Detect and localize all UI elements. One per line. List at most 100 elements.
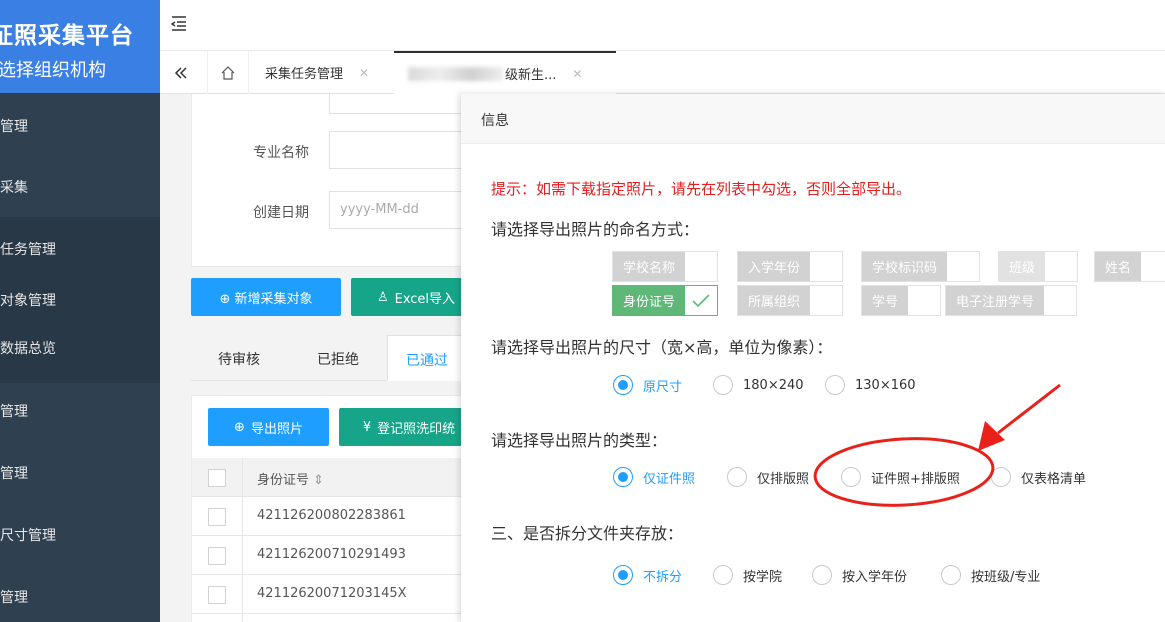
id-cell: 421126200710291493 xyxy=(257,547,406,562)
menu-toggle-icon[interactable] xyxy=(170,14,188,32)
organization-selector[interactable]: 选择组织机构 xyxy=(0,56,106,82)
size-option-180x240[interactable]: 180×240 xyxy=(713,375,804,395)
date-label: 创建日期 xyxy=(253,205,309,221)
id-header-label: 身份证号 xyxy=(257,473,310,488)
naming-option-electronic-number[interactable]: 电子注册学号 xyxy=(945,285,1078,316)
row-checkbox[interactable] xyxy=(208,586,226,604)
option-label: 学校标识码 xyxy=(862,252,948,281)
type-question: 请选择导出照片的类型： xyxy=(491,431,668,450)
row-checkbox[interactable] xyxy=(208,547,226,565)
export-tip: 提示：如需下载指定照片，请先在列表中勾选，否则全部导出。 xyxy=(491,180,912,198)
sidebar-item-label: 校管理 xyxy=(0,119,28,135)
sidebar-item-school[interactable]: 校管理 xyxy=(0,93,160,156)
column-divider xyxy=(242,458,243,622)
register-print-label: 登记照洗印统 xyxy=(377,421,456,437)
split-option-by-college[interactable]: 按学院 xyxy=(713,565,782,585)
sidebar-item-label: 集任务管理 xyxy=(0,242,56,258)
sidebar-item-label: 统管理 xyxy=(0,590,28,606)
naming-option-class[interactable]: 班级 xyxy=(998,251,1079,282)
id-cell: 421126200802283861 xyxy=(257,508,406,523)
dialog-header: 信息 xyxy=(461,94,1165,144)
naming-option-organization[interactable]: 所属组织 xyxy=(737,285,844,316)
add-object-button[interactable]: ⊕ 新增采集对象 xyxy=(191,278,341,316)
option-label: 原尺寸 xyxy=(643,379,683,395)
select-all-checkbox[interactable] xyxy=(208,469,226,487)
sidebar-item-ticket[interactable]: 票管理 xyxy=(0,445,160,507)
naming-option-enroll-year[interactable]: 入学年份 xyxy=(737,251,844,282)
tabs-scroll-left-icon[interactable] xyxy=(164,51,198,94)
option-label: 按入学年份 xyxy=(842,569,908,585)
user-icon: ♙ xyxy=(376,289,389,305)
blurred-text xyxy=(408,66,503,81)
row-checkbox[interactable] xyxy=(208,508,226,526)
sidebar-item-major[interactable]: 业管理 xyxy=(0,383,160,445)
option-label: 入学年份 xyxy=(738,252,811,281)
type-option-id-photo[interactable]: 仅证件照 xyxy=(613,467,695,487)
table-header: 身份证号 ⇕ xyxy=(192,458,492,497)
tab-pending[interactable]: 待审核 xyxy=(218,349,260,369)
option-label: 按学院 xyxy=(743,569,783,585)
tab-close-icon[interactable]: ✕ xyxy=(359,66,369,80)
export-dialog: 信息 提示：如需下载指定照片，请先在列表中勾选，否则全部导出。 请选择导出照片的… xyxy=(461,94,1165,622)
option-label: 电子注册学号 xyxy=(946,286,1045,315)
sidebar-item-data-overview[interactable]: 集数据总览 xyxy=(0,320,160,383)
table-row: 421126200802283861 xyxy=(192,497,492,536)
tab-freshman[interactable]: 级新生... ✕ xyxy=(394,51,616,94)
option-label: 不拆分 xyxy=(643,569,683,585)
sidebar-item-label: 片采集 xyxy=(0,180,28,196)
split-option-by-class[interactable]: 按班级/专业 xyxy=(941,565,1040,585)
check-icon xyxy=(685,286,717,315)
export-photos-button[interactable]: ⊕ 导出照片 xyxy=(208,408,329,446)
tab-approved[interactable]: 已通过 xyxy=(387,335,467,381)
sidebar-item-label: 业管理 xyxy=(0,404,28,420)
sidebar-item-system[interactable]: 统管理 xyxy=(0,569,160,622)
sidebar-nav: 校管理 片采集 集任务管理 集对象管理 集数据总览 业管理 票管理 片尺寸管理 … xyxy=(0,93,160,622)
tab-label: 级新生... xyxy=(505,68,557,83)
table-row: 421126200710291493 xyxy=(192,536,492,575)
brand-header: 证照采集平台 选择组织机构 xyxy=(0,0,160,93)
naming-option-name[interactable]: 姓名 xyxy=(1094,251,1165,282)
split-option-none[interactable]: 不拆分 xyxy=(613,565,682,585)
id-cell: 42112620071203145X xyxy=(257,586,407,601)
major-label: 专业名称 xyxy=(253,145,309,161)
option-label: 所属组织 xyxy=(738,286,811,315)
app-title: 证照采集平台 xyxy=(0,23,134,49)
naming-option-id-number[interactable]: 身份证号 xyxy=(612,285,719,316)
register-print-button[interactable]: ¥ 登记照洗印统 xyxy=(339,408,479,446)
sidebar-item-photo-size[interactable]: 片尺寸管理 xyxy=(0,507,160,569)
type-option-table-only[interactable]: 仅表格清单 xyxy=(991,467,1086,487)
export-photos-label: 导出照片 xyxy=(250,421,303,437)
naming-option-school-name[interactable]: 学校名称 xyxy=(612,251,719,282)
naming-option-student-number[interactable]: 学号 xyxy=(861,285,942,316)
sidebar-item-object-manage[interactable]: 集对象管理 xyxy=(0,269,160,320)
naming-option-school-code[interactable]: 学校标识码 xyxy=(861,251,981,282)
tab-task-manage[interactable]: 采集任务管理 ✕ xyxy=(251,51,369,94)
option-label: 学校名称 xyxy=(613,252,686,281)
split-option-by-year[interactable]: 按入学年份 xyxy=(812,565,907,585)
tab-label: 采集任务管理 xyxy=(265,67,344,82)
sidebar-item-label: 集对象管理 xyxy=(0,293,56,309)
sidebar-item-label: 票管理 xyxy=(0,466,28,482)
naming-question: 请选择导出照片的命名方式： xyxy=(491,220,700,239)
table-row: 42112620071203145X xyxy=(192,575,492,614)
home-icon[interactable] xyxy=(207,51,249,94)
sidebar-item-label: 片尺寸管理 xyxy=(0,528,56,544)
id-column-header[interactable]: 身份证号 ⇕ xyxy=(257,469,324,488)
size-option-130x160[interactable]: 130×160 xyxy=(825,375,916,395)
option-label: 证件照+排版照 xyxy=(871,471,960,487)
type-option-layout-photo[interactable]: 仅排版照 xyxy=(727,467,809,487)
sidebar-item-label: 集数据总览 xyxy=(0,341,56,357)
type-option-both[interactable]: 证件照+排版照 xyxy=(841,467,960,487)
option-label: 身份证号 xyxy=(613,286,686,315)
data-table: ⊕ 导出照片 ¥ 登记照洗印统 身份证号 ⇕ 42112620080228386… xyxy=(191,395,492,622)
search-form: 专业名称 创建日期 yyyy-MM-dd xyxy=(191,94,499,267)
tab-close-icon[interactable]: ✕ xyxy=(572,67,582,81)
sidebar-item-task-manage[interactable]: 集任务管理 xyxy=(0,217,160,269)
option-label: 姓名 xyxy=(1095,252,1142,281)
tab-rejected[interactable]: 已拒绝 xyxy=(317,349,359,369)
option-label: 仅证件照 xyxy=(643,471,696,487)
yen-icon: ¥ xyxy=(362,419,372,435)
sidebar-item-photo-collect[interactable]: 片采集 xyxy=(0,156,160,217)
split-question: 三、是否拆分文件夹存放： xyxy=(491,524,684,543)
size-option-original[interactable]: 原尺寸 xyxy=(613,375,682,395)
